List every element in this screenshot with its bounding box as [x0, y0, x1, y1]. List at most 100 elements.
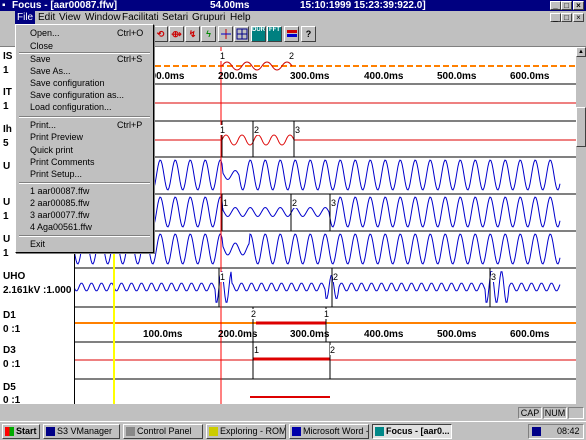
tray-icon[interactable] [532, 427, 541, 436]
channel-name[interactable]: D3 [3, 345, 16, 356]
menu-item-recent-3[interactable]: 3 aar00077.ffw [30, 210, 89, 220]
resize-grip[interactable] [568, 407, 584, 419]
task-label: Control Panel [137, 426, 192, 436]
channel-scale: 0 :1 [3, 324, 21, 335]
axis-label-300: 300.0ms [290, 71, 330, 82]
child-minimize-button[interactable]: _ [550, 13, 561, 22]
start-button[interactable]: Start [2, 424, 40, 439]
shortcut-print: Ctrl+P [117, 120, 143, 130]
channel-scale: 0 :1 [3, 359, 21, 370]
channel-scale: 1 [3, 211, 9, 222]
menu-item-save-configuration-as[interactable]: Save configuration as... [30, 90, 124, 100]
menu-help[interactable]: Help [228, 11, 253, 24]
menu-item-save[interactable]: Save [30, 54, 51, 64]
ih-trace [221, 134, 295, 146]
axis-label-600: 600.0ms [510, 71, 550, 82]
menu-item-recent-1[interactable]: 1 aar00087.ffw [30, 186, 89, 196]
menu-item-open[interactable]: Open... [30, 28, 60, 38]
menu-item-print-setup[interactable]: Print Setup... [30, 169, 82, 179]
vertical-scrollbar[interactable]: ▲ [576, 47, 586, 404]
context-help-button[interactable]: ? [301, 26, 316, 42]
menu-grupuri[interactable]: Grupuri [190, 11, 227, 24]
marker-2[interactable]: 2 [292, 198, 298, 208]
channel-scale: 5 [3, 138, 9, 149]
fft-button[interactable]: FFT [267, 26, 282, 42]
marker-2[interactable]: 2 [330, 345, 336, 355]
control-panel-icon [126, 427, 135, 436]
channel-name[interactable]: IS [3, 51, 12, 62]
marker-1[interactable]: 1 [254, 345, 260, 355]
marker-1[interactable]: 1 [220, 272, 226, 282]
title-bar: ▪ Focus - [aar00087.ffw] 54.00ms 15:10:1… [0, 0, 586, 11]
channel-name[interactable]: U [3, 197, 10, 208]
menu-separator [19, 182, 150, 184]
channel-name[interactable]: UHO [3, 271, 25, 282]
scroll-up-icon[interactable]: ▲ [576, 47, 586, 57]
menu-setari[interactable]: Setari [160, 11, 190, 24]
channel-name[interactable]: U [3, 161, 10, 172]
marker-3[interactable]: 3 [295, 125, 301, 135]
trigger-icon[interactable]: ↯ [185, 26, 200, 42]
menu-item-close[interactable]: Close [30, 41, 53, 51]
scroll-thumb[interactable] [576, 107, 586, 147]
marker-2[interactable]: 2 [289, 51, 295, 61]
wave-icon[interactable]: ϟ [201, 26, 216, 42]
axis-label-bottom-500: 500.0ms [437, 329, 477, 340]
close-button[interactable]: × [573, 1, 584, 10]
shortcut-open: Ctrl+O [117, 28, 144, 38]
menu-item-print-preview[interactable]: Print Preview [30, 132, 83, 142]
menu-view[interactable]: View [57, 11, 83, 24]
menu-item-print-comments[interactable]: Print Comments [30, 157, 95, 167]
child-restore-button[interactable]: □ [561, 13, 572, 22]
menu-item-recent-2[interactable]: 2 aar00085.ffw [30, 198, 89, 208]
channel-name[interactable]: Ih [3, 124, 12, 135]
marker-3[interactable]: 3 [331, 198, 337, 208]
channel-name[interactable]: D5 [3, 382, 16, 393]
clock[interactable]: 08:42 [557, 425, 580, 438]
menu-item-print[interactable]: Print... [30, 120, 56, 130]
marker-1[interactable]: 1 [324, 309, 330, 319]
duration-button[interactable]: DUR [251, 26, 266, 42]
menu-item-load-configuration[interactable]: Load configuration... [30, 102, 112, 112]
channel-scale: 0 :1 [3, 395, 21, 404]
color-bars-icon[interactable] [284, 26, 299, 42]
menu-item-save-as[interactable]: Save As... [30, 66, 71, 76]
grid-icon[interactable] [234, 26, 249, 42]
axis-label-500: 500.0ms [437, 71, 477, 82]
menu-file[interactable]: File [15, 11, 36, 24]
menu-item-recent-4[interactable]: 4 Aga00561.ffw [30, 222, 92, 232]
task-microsoft-word[interactable]: Microsoft Word -... [289, 424, 369, 439]
task-exploring[interactable]: Exploring - ROM... [206, 424, 286, 439]
task-s3-vmanager[interactable]: S3 VManager [43, 424, 120, 439]
channel-name[interactable]: U [3, 234, 10, 245]
menu-window[interactable]: Window [83, 11, 123, 24]
minimize-button[interactable]: _ [550, 1, 561, 10]
channel-name[interactable]: IT [3, 87, 12, 98]
marker-1[interactable]: 1 [220, 125, 226, 135]
marker-2[interactable]: 2 [251, 309, 257, 319]
marker-2[interactable]: 2 [254, 125, 260, 135]
uho-trace [73, 271, 561, 303]
marker-3[interactable]: 3 [491, 272, 497, 282]
channel-name[interactable]: D1 [3, 310, 16, 321]
undo-icon[interactable]: ⟲ [153, 26, 168, 42]
axis-label-bottom-600: 600.0ms [510, 329, 550, 340]
redo-icon[interactable]: ⟴ [169, 26, 184, 42]
child-close-button[interactable]: × [573, 13, 584, 22]
menu-item-save-configuration[interactable]: Save configuration [30, 78, 105, 88]
menu-item-exit[interactable]: Exit [30, 239, 45, 249]
maximize-button[interactable]: □ [561, 1, 572, 10]
menu-facilitati[interactable]: Facilitati [120, 11, 161, 24]
marker-2[interactable]: 2 [333, 272, 339, 282]
cursor-icon[interactable] [218, 26, 233, 42]
menu-edit[interactable]: Edit [36, 11, 57, 24]
menu-item-quick-print[interactable]: Quick print [30, 145, 73, 155]
marker-1[interactable]: 1 [220, 51, 226, 61]
app-icon[interactable]: ▪ [2, 0, 6, 11]
marker-1[interactable]: 1 [223, 198, 229, 208]
axis-label-200: 200.0ms [218, 71, 258, 82]
task-focus[interactable]: Focus - [aar0... [372, 424, 452, 439]
menu-bar: File Edit View Window Facilitati Setari … [0, 11, 586, 24]
task-control-panel[interactable]: Control Panel [123, 424, 203, 439]
task-label: Exploring - ROM... [220, 426, 286, 436]
